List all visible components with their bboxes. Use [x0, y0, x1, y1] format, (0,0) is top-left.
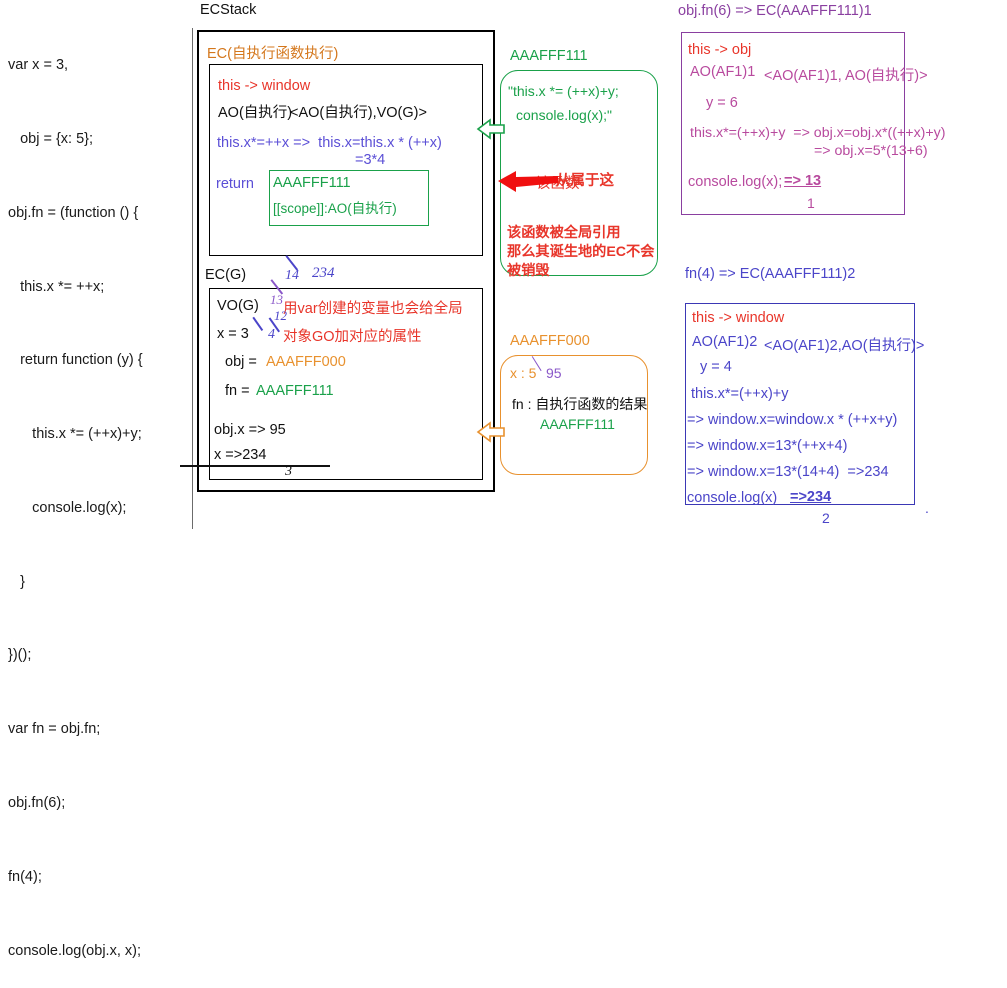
- global-x-value: x = 3: [217, 326, 249, 342]
- orange-arrow-icon: [476, 421, 505, 443]
- result-underline-left: [180, 465, 212, 467]
- ec-self-return-keyword: return: [216, 176, 254, 192]
- code-line: this.x *= ++x;: [8, 278, 105, 295]
- fn111-body-line2: console.log(x);": [516, 107, 613, 123]
- fn4-title: fn(4) => EC(AAAFFF111)2: [685, 266, 856, 282]
- objfn6-log-result: => 13: [784, 173, 822, 189]
- global-fn-value: AAAFFF111: [256, 383, 334, 399]
- objfn6-title: obj.fn(6) => EC(AAAFFF111)1: [678, 3, 872, 19]
- result-x: x =>234: [214, 447, 266, 463]
- ec-global-label: EC(G): [205, 267, 247, 283]
- ec-self-expression: this.x*=++x => this.x=this.x * (++x): [217, 135, 442, 151]
- code-line: var fn = obj.fn;: [8, 721, 101, 738]
- objfn6-log-sub: 1: [807, 195, 815, 211]
- obj000-x-line: x : 5: [510, 365, 537, 381]
- annotation-4: 4: [268, 327, 275, 342]
- fn111-label: AAAFFF111: [510, 48, 588, 64]
- code-line: obj.fn = (function () {: [8, 204, 139, 221]
- obj000-x-new: 95: [546, 365, 562, 381]
- fn111-note: 该函数被全局引用 那么其诞生地的EC不会 被销毁: [507, 225, 655, 279]
- objfn6-y-value: y = 6: [706, 95, 738, 111]
- annotation-14: 14: [285, 268, 299, 283]
- global-obj-value: AAAFFF000: [266, 354, 346, 370]
- code-line: var x = 3,: [8, 57, 69, 74]
- fn4-expression4: => window.x=13*(14+4) =>234: [687, 464, 889, 480]
- fn4-log-call: console.log(x): [687, 490, 778, 506]
- result-objx: obj.x => 95: [214, 422, 286, 438]
- global-obj-key: obj =: [225, 354, 261, 370]
- fn4-trailing-dot: .: [925, 500, 929, 516]
- code-line: obj.fn(6);: [8, 795, 66, 811]
- global-fn-key: fn =: [225, 383, 254, 399]
- code-line: })();: [8, 647, 32, 664]
- code-line: }: [8, 573, 25, 590]
- returned-function-name: AAAFFF111: [273, 175, 351, 191]
- fn4-expression1: this.x*=(++x)+y: [691, 386, 789, 402]
- fn4-log-sub: 2: [822, 510, 830, 526]
- vo-global-label: VO(G): [217, 298, 259, 314]
- var-note-line2: 对象GO加对应的属性: [283, 329, 422, 345]
- obj000-label: AAAFFF000: [510, 333, 590, 349]
- objfn6-this-binding: this -> obj: [688, 42, 752, 58]
- green-arrow-icon: [476, 118, 505, 140]
- code-line: console.log(obj.x, x);: [8, 942, 141, 959]
- result-objx-text: obj.x => 95: [214, 422, 286, 438]
- fn4-this-binding: this -> window: [692, 310, 785, 326]
- red-arrow-icon: [498, 171, 558, 192]
- code-line: return function (y) {: [8, 352, 143, 369]
- result-underline: [212, 465, 330, 467]
- annotation-3-bottom: 3: [285, 464, 292, 479]
- fn4-expression3: => window.x=13*(++x+4): [687, 438, 848, 454]
- fn4-expression2: => window.x=window.x * (++x+y): [687, 412, 898, 428]
- ec-self-expression-result: =3*4: [355, 152, 386, 168]
- ec-self-ao: AO(自执行): [218, 105, 293, 121]
- code-line: fn(4);: [8, 868, 42, 885]
- ec-self-this-binding: this -> window: [218, 78, 311, 94]
- source-code-panel: var x = 3, obj = {x: 5}; obj.fn = (funct…: [8, 4, 188, 988]
- obj000-fn-value: AAAFFF111: [540, 416, 615, 432]
- ec-self-scope-chain: <AO(自执行),VO(G)>: [290, 105, 427, 121]
- annotation-234: 234: [312, 265, 335, 281]
- fn111-body-line1: "this.x *= (++x)+y;: [508, 83, 619, 99]
- fn4-scope-chain: <AO(AF1)2,AO(自执行)>: [764, 338, 925, 354]
- objfn6-log-call: console.log(x);: [688, 174, 783, 190]
- var-note-line1: 用var创建的变量也会给全局: [283, 301, 463, 317]
- fn4-y-value: y = 4: [700, 359, 732, 375]
- code-line: obj = {x: 5};: [8, 130, 94, 147]
- result-x-text: x =>234: [214, 447, 267, 463]
- code-line: this.x *= (++x)+y;: [8, 426, 142, 443]
- returned-function-scope: [[scope]]:AO(自执行): [273, 201, 397, 216]
- code-line: console.log(x);: [8, 499, 127, 516]
- fn4-ao: AO(AF1)2: [692, 334, 758, 350]
- annotation-12: 12: [274, 308, 287, 323]
- objfn6-scope-chain: <AO(AF1)1, AO(自执行)>: [764, 68, 928, 84]
- objfn6-ao: AO(AF1)1: [690, 64, 756, 80]
- fn4-log-result: =>234: [790, 489, 832, 505]
- ecstack-title: ECStack: [200, 2, 257, 18]
- objfn6-expression2: => obj.x=5*(13+6): [814, 143, 928, 159]
- objfn6-expression: this.x*=(++x)+y => obj.x=obj.x*((++x)+y): [690, 125, 946, 141]
- vertical-divider: [192, 28, 193, 529]
- ec-self-executing-label: EC(自执行函数执行): [207, 46, 339, 62]
- obj000-fn-line: fn : 自执行函数的结果: [512, 396, 648, 412]
